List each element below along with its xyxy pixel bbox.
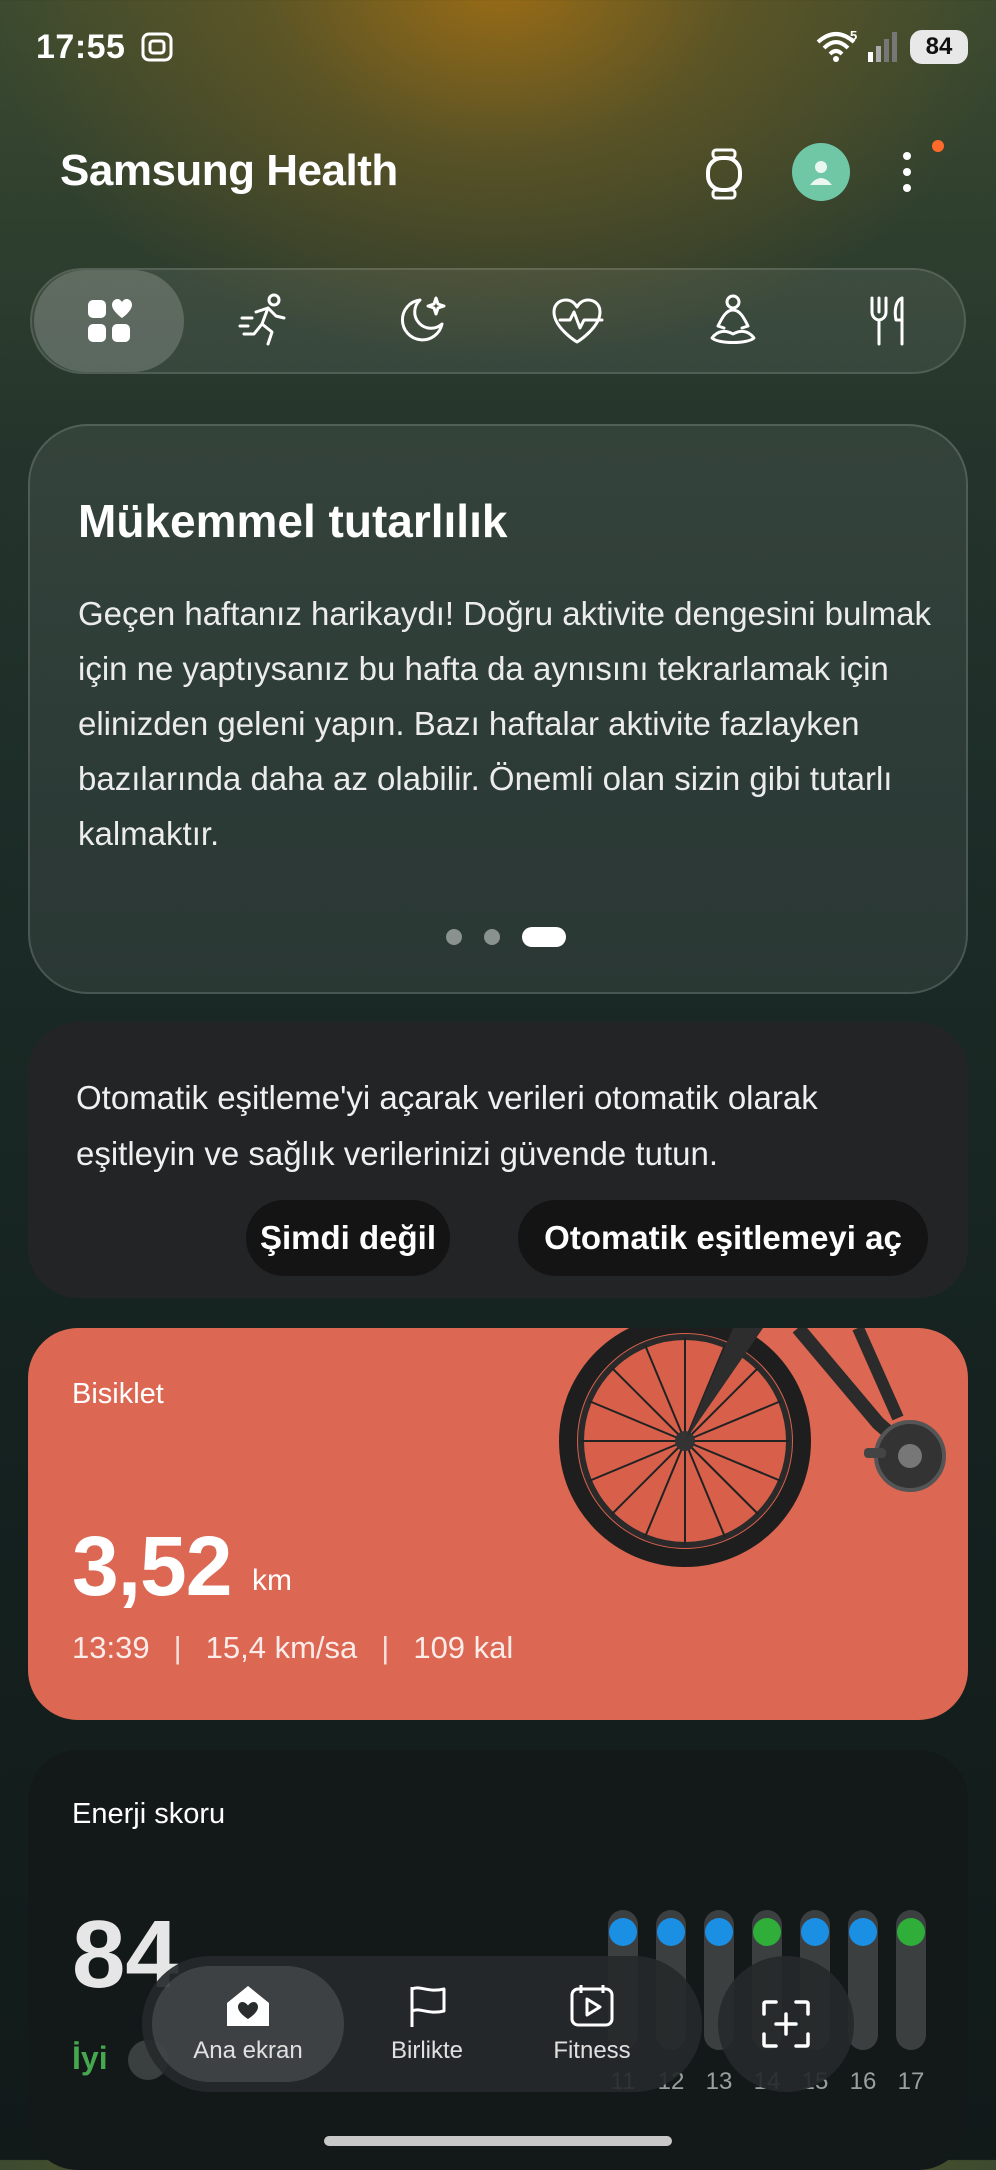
bicycle-illustration	[559, 1328, 946, 1567]
energy-day-label: 16	[849, 2068, 877, 2095]
quick-add-button[interactable]	[718, 1956, 854, 2092]
insight-body: Geçen haftanız harikaydı! Doğru aktivite…	[78, 595, 931, 852]
energy-day-dot	[849, 1918, 877, 1946]
carousel-indicator	[446, 926, 566, 948]
notification-dot	[932, 140, 944, 152]
tab-sleep[interactable]	[346, 270, 496, 372]
flag-icon	[410, 1986, 446, 2027]
nav-together[interactable]: Birlikte	[352, 1966, 502, 2082]
bottom-navigation: Ana ekran Birlikte Fitness	[142, 1956, 702, 2092]
stat-separator: |	[381, 1630, 390, 1665]
battery-indicator: 84	[910, 30, 968, 64]
cycling-unit: km	[252, 1564, 292, 1597]
nav-home[interactable]: Ana ekran	[152, 1966, 344, 2082]
cycling-label: Bisiklet	[72, 1378, 164, 1410]
watch-icon[interactable]	[700, 148, 748, 200]
energy-day-bar	[896, 1910, 926, 2050]
nav-together-label: Birlikte	[390, 2037, 463, 2064]
cycling-duration: 13:39	[72, 1630, 150, 1665]
wifi-icon: 5	[816, 28, 857, 62]
not-now-button[interactable]: Şimdi değil	[246, 1200, 450, 1276]
auto-sync-card: Otomatik eşitleme'yi açarak verileri oto…	[28, 1022, 968, 1298]
cycling-calories: 109 kal	[413, 1630, 514, 1665]
category-tabs	[30, 268, 966, 374]
energy-day-dot	[657, 1918, 685, 1946]
cycling-stats: 13:39 | 15,4 km/sa | 109 kal	[72, 1630, 513, 1666]
tab-dashboard[interactable]	[34, 270, 184, 372]
energy-day-dot	[801, 1918, 829, 1946]
status-bar: 17:55 5 84	[0, 0, 996, 96]
fitness-play-icon	[570, 1985, 614, 2027]
energy-day-label: 17	[897, 2068, 925, 2095]
stat-separator: |	[173, 1630, 182, 1665]
nav-fitness-label: Fitness	[553, 2037, 631, 2064]
tab-activity[interactable]	[190, 270, 340, 372]
cycling-card[interactable]: Bisiklet 3,52 km 13:39 | 15,4 km/sa | 10…	[28, 1328, 968, 1720]
profile-avatar[interactable]	[792, 143, 850, 201]
home-heart-icon	[227, 1986, 269, 2026]
scan-add-icon	[762, 2000, 810, 2048]
app-title: Samsung Health	[60, 146, 398, 195]
enable-auto-sync-button[interactable]: Otomatik eşitlemeyi aç	[518, 1200, 928, 1276]
person-icon	[810, 161, 832, 185]
cycling-distance: 3,52	[72, 1519, 232, 1613]
running-icon	[238, 293, 286, 346]
carousel-dot	[484, 929, 500, 945]
sync-message: Otomatik eşitleme'yi açarak verileri oto…	[76, 1079, 818, 1172]
status-time: 17:55	[36, 28, 126, 66]
tab-food[interactable]	[814, 270, 964, 372]
carousel-dot-active	[522, 927, 566, 947]
heart-rate-icon	[552, 298, 604, 344]
sleep-icon	[400, 296, 446, 342]
energy-day-dot	[609, 1918, 637, 1946]
carousel-dot	[446, 929, 462, 945]
energy-rating: İyi	[72, 2040, 108, 2076]
screen-record-icon	[141, 32, 173, 62]
energy-day-label: 13	[705, 2068, 733, 2095]
energy-day-dot	[753, 1918, 781, 1946]
food-icon	[870, 296, 904, 346]
signal-icon	[868, 32, 897, 62]
home-indicator[interactable]	[324, 2136, 672, 2146]
nav-fitness[interactable]: Fitness	[512, 1966, 672, 2082]
more-options-icon[interactable]	[892, 146, 922, 198]
nav-home-label: Ana ekran	[193, 2037, 303, 2064]
dashboard-icon	[88, 299, 132, 342]
tab-mindfulness[interactable]	[658, 270, 808, 372]
insight-title: Mükemmel tutarlılık	[78, 495, 508, 547]
insight-card[interactable]: Mükemmel tutarlılık Geçen haftanız harik…	[28, 424, 968, 994]
energy-day-dot	[897, 1918, 925, 1946]
energy-day-dot	[705, 1918, 733, 1946]
wifi-band-label: 5	[850, 28, 857, 43]
energy-label: Enerji skoru	[72, 1798, 226, 1830]
tab-heart[interactable]	[502, 270, 652, 372]
cycling-speed: 15,4 km/sa	[205, 1630, 358, 1665]
mindfulness-icon	[710, 294, 756, 344]
